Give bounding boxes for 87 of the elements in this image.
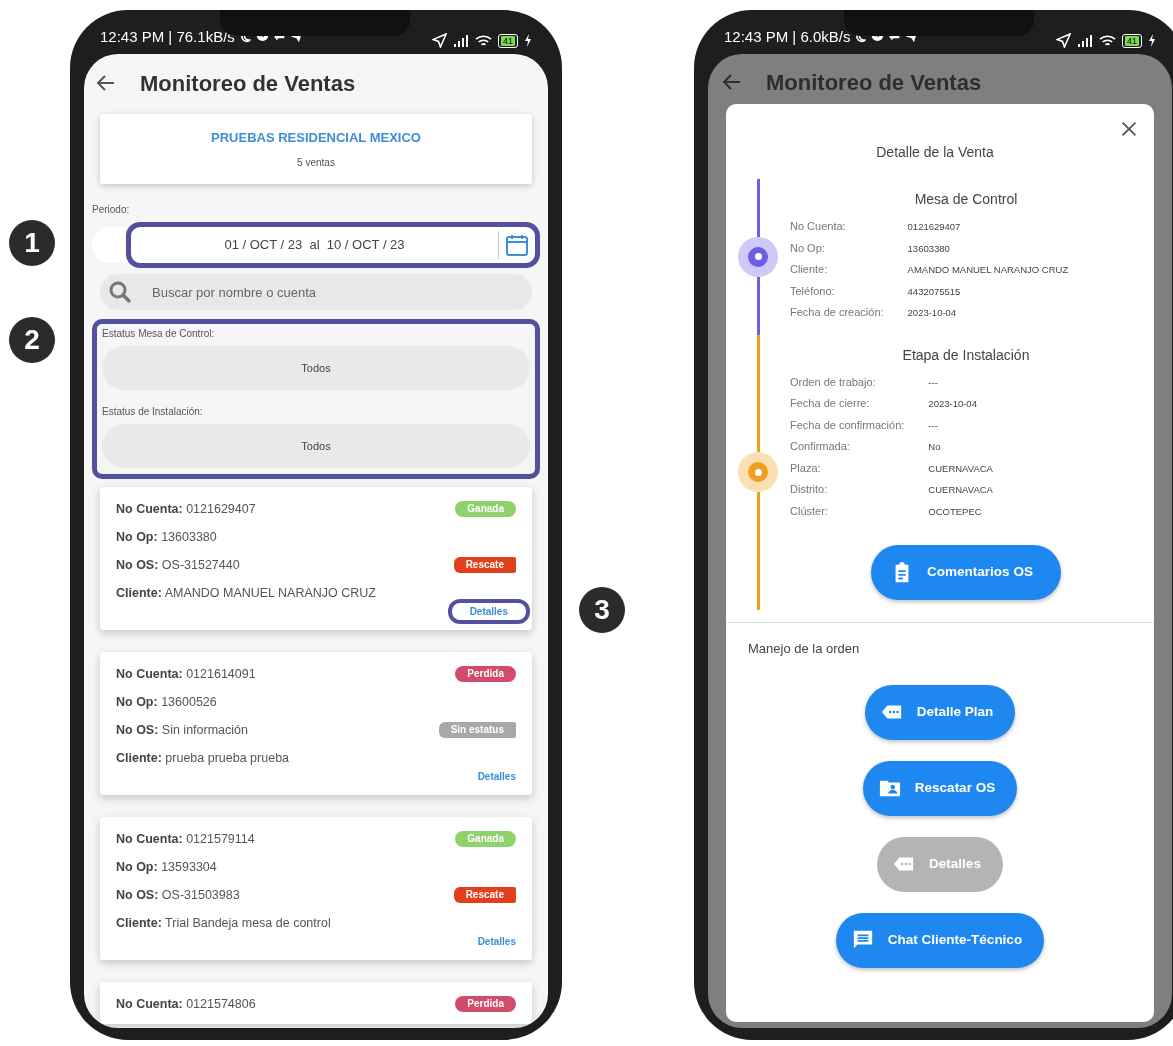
detail-label: Fecha de confirmación: (790, 417, 905, 433)
charging-bolt-icon (524, 34, 532, 47)
section-heading: Manejo de la orden (748, 640, 861, 658)
location-arrow-icon (1056, 33, 1071, 48)
charging-bolt-icon (1148, 34, 1156, 47)
timeline-line (756, 179, 760, 237)
filter-label: Estatus de Instalación: (102, 405, 204, 419)
detail-value: 2023-10-04 (927, 397, 978, 411)
detail-label: Fecha de creación: (790, 305, 884, 320)
detail-value: AMANDO MANUEL NARANJO CRUZ (906, 263, 1070, 277)
detail-value: 0121629407 (906, 220, 962, 234)
status-dropdown[interactable]: Todos (102, 424, 530, 468)
status-badge: Perdida (455, 666, 516, 682)
action-button[interactable]: Rescatar OS (862, 760, 1018, 816)
callout-number: 2 (9, 317, 55, 363)
detail-value: CUERNAVACA (927, 483, 994, 497)
screen-title: Monitoreo de Ventas (140, 69, 356, 98)
dialog-title: Detalle de la Venta (876, 143, 995, 162)
status-badge: Sin estatus (438, 722, 516, 738)
location-arrow-icon (432, 33, 447, 48)
action-button[interactable]: Detalle Plan (864, 684, 1016, 740)
sales-count: 5 ventas (297, 156, 335, 171)
detail-label: Plaza: (790, 460, 822, 476)
status-badge: Rescate (453, 887, 516, 903)
search-field[interactable]: Buscar por nombre o cuenta (100, 274, 532, 310)
sale-field: No Op: 13600526 (116, 692, 217, 712)
detail-label: No Cuenta: (790, 219, 847, 234)
account-name: PRUEBAS RESIDENCIAL MEXICO (211, 128, 421, 147)
wifi-icon (1099, 33, 1116, 48)
details-link[interactable]: Detalles (477, 929, 516, 954)
detail-value: 13603380 (906, 241, 951, 256)
detail-value: --- (927, 418, 939, 433)
signal-icon (1077, 34, 1093, 47)
date-field-edge (92, 227, 126, 263)
detail-label: Confirmada: (790, 439, 851, 454)
detail-value: --- (927, 375, 939, 390)
screen-title: Monitoreo de Ventas (766, 68, 982, 97)
sale-field: No OS: OS-31503983 (116, 885, 240, 905)
action-button[interactable]: Chat Cliente-Técnico (835, 912, 1045, 968)
sale-field: No OS: Sin información (116, 720, 248, 740)
detail-value: 4432075515 (906, 284, 962, 299)
detail-label: Distrito: (790, 482, 829, 497)
status-time-speed: 12:43 PM | 76.1kB/s (100, 26, 235, 47)
date-range-field[interactable]: 01 / OCT / 23 al 10 / OCT / 23 (126, 222, 540, 268)
comments-button[interactable]: Comentarios OS (871, 545, 1061, 600)
signal-icon (453, 34, 469, 47)
status-badge: Ganada (455, 501, 516, 517)
status-badge: Ganada (455, 831, 516, 847)
detail-value: CUERNAVACA (927, 461, 994, 476)
battery-level: 41 (501, 35, 515, 46)
detail-label: Cliente: (790, 262, 829, 277)
detail-label: No Op: (790, 240, 826, 256)
detail-value: 2023-10-04 (906, 306, 958, 320)
sale-field: No Op: 13603380 (116, 527, 217, 547)
wifi-icon (475, 33, 492, 48)
status-dropdown[interactable]: Todos (102, 346, 530, 390)
sale-field: Cliente: Trial Bandeja mesa de control (116, 913, 331, 933)
detail-label: Clúster: (790, 503, 829, 519)
sale-field: No Cuenta: 0121579114 (116, 829, 255, 849)
section-heading: Mesa de Control (914, 190, 1018, 209)
sale-field: Cliente: prueba prueba prueba (116, 748, 290, 768)
search-icon (108, 280, 132, 304)
callout-number: 3 (579, 587, 625, 633)
date-range-value: 01 / OCT / 23 al 10 / OCT / 23 (223, 236, 406, 255)
period-label: Periodo: (92, 203, 131, 217)
sale-field: No OS: OS-31527440 (116, 555, 240, 575)
detail-label: Orden de trabajo: (790, 374, 877, 390)
filter-label: Estatus Mesa de Control: (102, 327, 216, 341)
detail-value: No (927, 440, 942, 454)
sale-field: No Cuenta: 0121574806 (116, 994, 256, 1014)
detail-label: Fecha de cierre: (790, 396, 871, 411)
sale-field: No Op: 13593304 (116, 857, 217, 877)
chat-icon (851, 929, 874, 951)
detail-value: OCOTEPEC (927, 504, 983, 519)
battery-level: 41 (1125, 35, 1139, 46)
section-heading: Etapa de Instalación (902, 345, 1030, 365)
details-link[interactable]: Detalles (477, 764, 516, 789)
detail-label: Teléfono: (790, 283, 836, 299)
callout-number: 1 (9, 220, 55, 266)
calendar-icon (505, 233, 529, 257)
sale-field: No Cuenta: 0121629407 (116, 499, 256, 519)
sale-field: Cliente: AMANDO MANUEL NARANJO CRUZ (116, 583, 376, 603)
status-badge: Rescate (453, 557, 516, 573)
details-link[interactable]: Detalles (447, 599, 530, 624)
status-time-speed: 12:43 PM | 6.0kB/s (724, 26, 851, 47)
sale-field: No Cuenta: 0121614091 (116, 664, 256, 684)
status-badge: Perdida (455, 996, 516, 1012)
